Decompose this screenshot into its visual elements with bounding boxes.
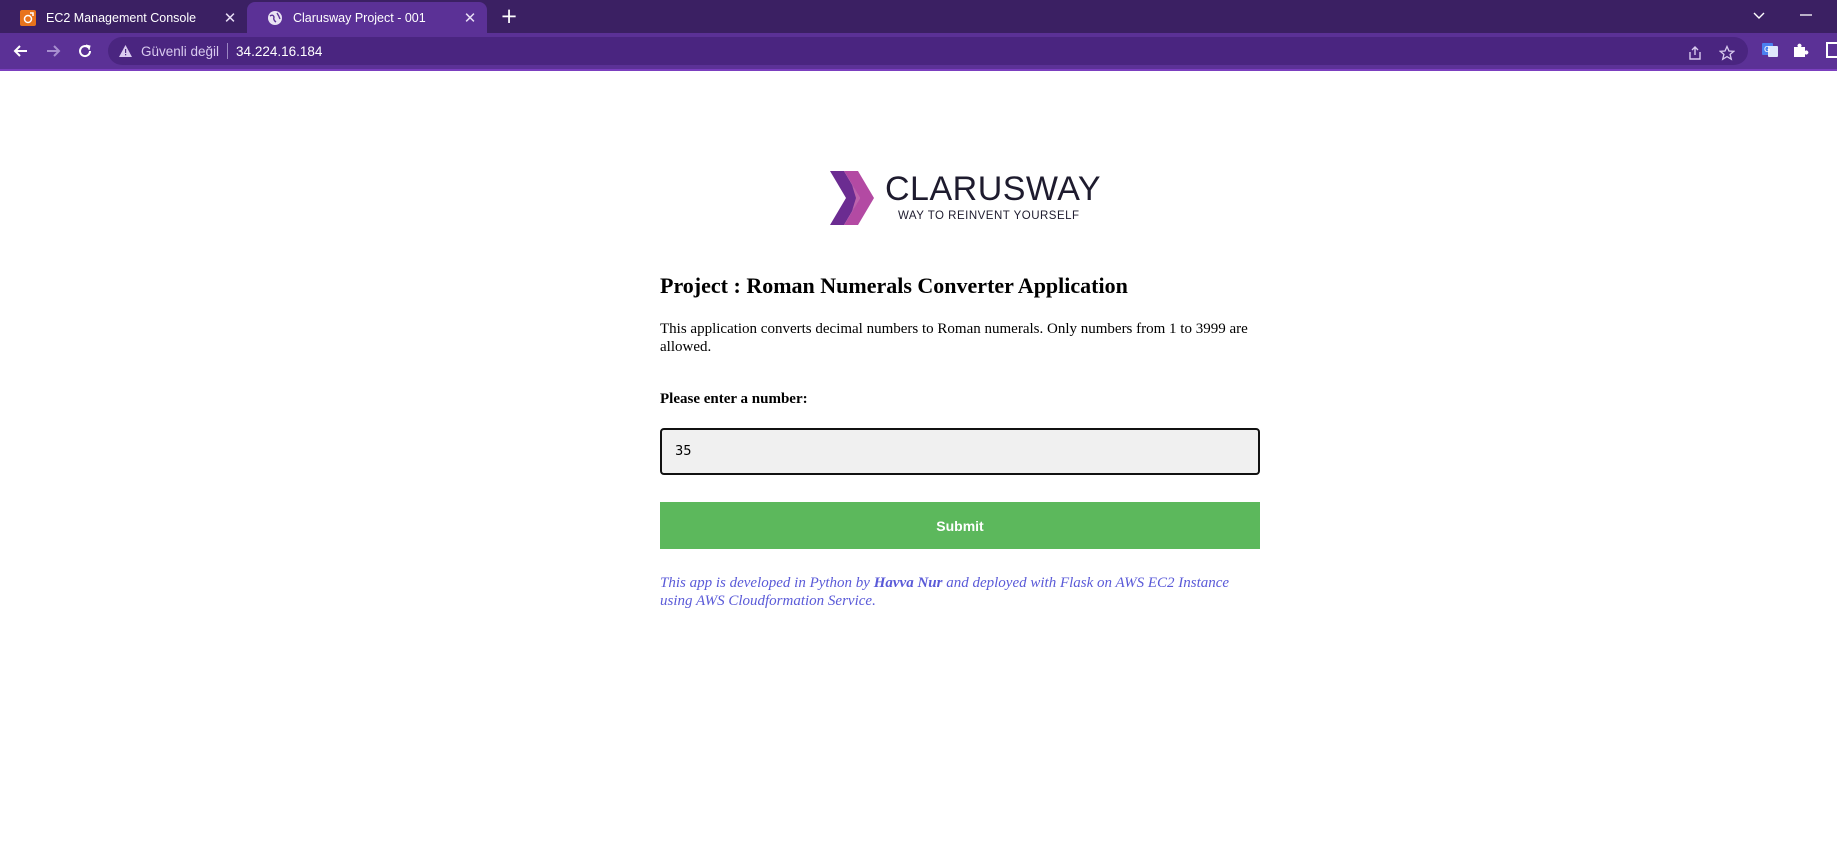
close-icon[interactable]: ✕ [461, 9, 479, 27]
toolbar-divider [0, 69, 1837, 71]
reload-icon[interactable] [74, 40, 96, 62]
tab-title: Clarusway Project - 001 [293, 10, 426, 25]
svg-text:G: G [1764, 45, 1770, 54]
close-icon[interactable]: ✕ [221, 9, 239, 27]
divider [227, 43, 229, 59]
logo-tagline: WAY TO REINVENT YOURSELF [898, 210, 1080, 222]
browser-toolbar: Güvenli değil 34.224.16.184 [0, 33, 1837, 69]
page-description: This application converts decimal number… [660, 321, 1248, 355]
address-bar[interactable]: Güvenli değil 34.224.16.184 [108, 37, 1748, 65]
author-name: Havva Nur [873, 575, 943, 591]
logo-wordmark: CLARUSWAY [885, 170, 1102, 208]
minimize-button[interactable] [1795, 4, 1817, 26]
url-text[interactable]: 34.224.16.184 [236, 44, 322, 59]
chevron-down-icon[interactable] [1748, 3, 1770, 27]
translate-icon[interactable]: G [1760, 40, 1780, 60]
back-arrow-icon[interactable] [10, 40, 32, 62]
page-title: Project : Roman Numerals Converter Appli… [660, 273, 1128, 298]
number-label: Please enter a number: [660, 391, 808, 407]
tab-strip: EC2 Management Console ✕ Clarusway Proje… [0, 0, 1837, 33]
number-input[interactable] [660, 428, 1260, 475]
clarusway-logo: CLARUSWAY WAY TO REINVENT YOURSELF [830, 170, 1101, 228]
side-panel-icon[interactable] [1822, 40, 1837, 60]
tab-title: EC2 Management Console [46, 10, 197, 25]
aws-icon [20, 9, 36, 26]
security-indicator[interactable]: Güvenli değil [108, 44, 219, 59]
chevron-logo-icon [830, 171, 874, 225]
new-tab-button[interactable]: + [498, 4, 520, 28]
footer-prefix: This app is developed in Python by [660, 575, 874, 591]
tab-ec2-console[interactable]: EC2 Management Console ✕ [0, 2, 247, 33]
share-icon[interactable] [1686, 44, 1704, 62]
bookmark-star-icon[interactable] [1718, 44, 1736, 62]
globe-icon [267, 10, 283, 26]
converter-form-container: Project : Roman Numerals Converter Appli… [660, 270, 1260, 610]
forward-arrow-icon[interactable] [42, 40, 64, 62]
security-label: Güvenli değil [141, 43, 220, 59]
tab-clarusway-project[interactable]: Clarusway Project - 001 ✕ [247, 2, 487, 33]
footer-note: This app is developed in Python by Havva… [660, 574, 1250, 610]
submit-button[interactable]: Submit [660, 502, 1260, 549]
warning-icon [118, 44, 133, 58]
extensions-puzzle-icon[interactable] [1790, 40, 1810, 60]
